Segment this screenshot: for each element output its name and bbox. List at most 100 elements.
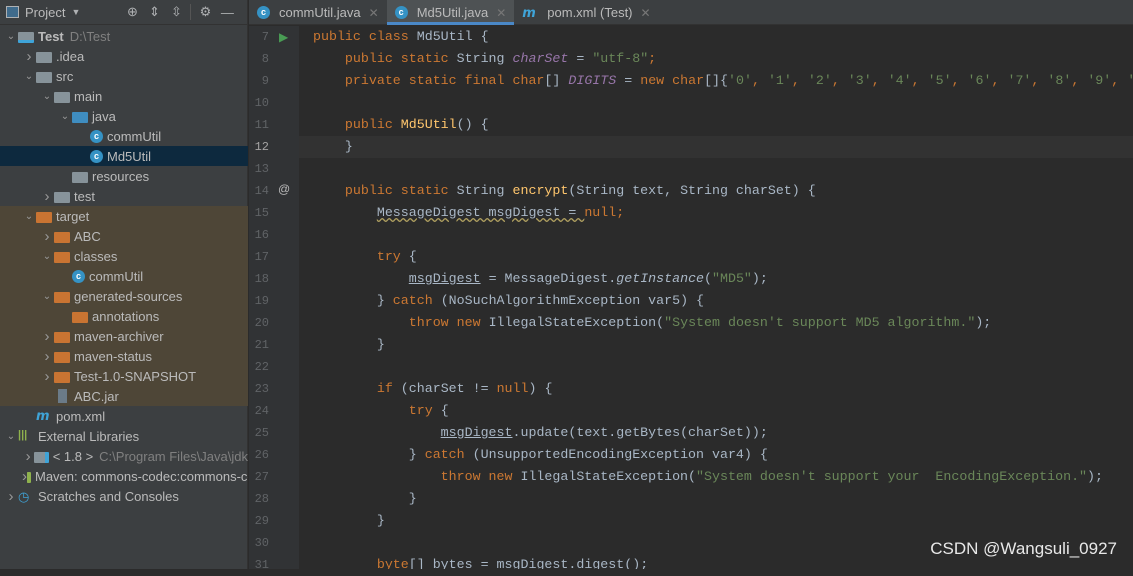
code-line[interactable]: try { <box>299 400 1133 422</box>
tree-item-pom-xml[interactable]: m pom.xml <box>0 406 248 426</box>
tree-item-maven-status[interactable]: › maven-status <box>0 346 248 366</box>
code-token: byte <box>376 557 409 569</box>
code-line[interactable]: msgDigest.update(text.getBytes(charSet))… <box>299 422 1133 444</box>
tree-item-label: annotations <box>92 308 160 324</box>
tree-item-src[interactable]: ⌄ src <box>0 66 248 86</box>
tree-item--idea[interactable]: › .idea <box>0 46 248 66</box>
code-line[interactable]: public Md5Util() { <box>299 114 1133 136</box>
tree-item-target[interactable]: ⌄ target <box>0 206 248 226</box>
close-icon[interactable]: ✕ <box>641 6 651 20</box>
run-icon[interactable]: ▶ <box>279 30 288 44</box>
tree-item-abc-jar[interactable]: ABC.jar <box>0 386 248 406</box>
hide-icon[interactable]: — <box>219 4 235 20</box>
code-line[interactable]: public static String encrypt(String text… <box>299 180 1133 202</box>
code-token: .digest(); <box>568 557 649 569</box>
code-line[interactable]: try { <box>299 246 1133 268</box>
chevron-down-icon[interactable]: ▼ <box>71 7 80 17</box>
tree-item-maven-archiver[interactable]: › maven-archiver <box>0 326 248 346</box>
gear-icon[interactable]: ⚙ <box>197 4 213 20</box>
tree-item-java[interactable]: ⌄ java <box>0 106 248 126</box>
collapse-all-icon[interactable]: ⇳ <box>168 4 184 20</box>
tree-item-label: commUtil <box>89 268 144 284</box>
line-number: 26 <box>254 448 269 462</box>
tree-item-maven-commons-codec-commons-codec[interactable]: ›Maven: commons-codec:commons-codec <box>0 466 248 486</box>
code-line[interactable]: } <box>299 510 1133 532</box>
tree-item-label: < 1.8 > <box>52 448 94 464</box>
close-icon[interactable]: ✕ <box>496 6 506 20</box>
tree-item-label: classes <box>74 248 118 264</box>
code-token: catch <box>424 447 473 462</box>
code-editor[interactable]: public class Md5Util { public static Str… <box>299 26 1133 569</box>
tree-item-classes[interactable]: ⌄ classes <box>0 246 248 266</box>
tree-item-annotations[interactable]: annotations <box>0 306 248 326</box>
code-token: '9' <box>1087 73 1112 88</box>
tree-item-hint: C:\Program Files\Java\jdk <box>99 448 248 464</box>
expand-all-icon[interactable]: ⇕ <box>146 4 162 20</box>
tree-item-main[interactable]: ⌄ main <box>0 86 248 106</box>
code-line[interactable]: } <box>299 136 1133 158</box>
code-token: , <box>871 73 888 88</box>
line-number: 8 <box>261 52 269 66</box>
code-token: , <box>791 73 808 88</box>
chevron-right-icon: › <box>44 327 50 345</box>
code-line[interactable]: } catch (NoSuchAlgorithmException var5) … <box>299 290 1133 312</box>
code-line[interactable]: } <box>299 334 1133 356</box>
close-icon[interactable]: ✕ <box>369 6 379 20</box>
tree-item-external-libraries[interactable]: ⌄ ||| External Libraries <box>0 426 248 446</box>
tab-pom[interactable]: m pom.xml (Test) ✕ <box>514 0 658 25</box>
code-token: = <box>568 51 593 66</box>
code-line[interactable] <box>299 92 1133 114</box>
tree-item-test[interactable]: ⌄ Test D:\Test <box>0 26 248 46</box>
tree-item-resources[interactable]: resources <box>0 166 248 186</box>
code-line[interactable] <box>299 224 1133 246</box>
tree-item--1-8-[interactable]: › < 1.8 > C:\Program Files\Java\jdk <box>0 446 248 466</box>
code-line[interactable] <box>299 356 1133 378</box>
annotation-icon[interactable]: @ <box>278 182 290 196</box>
code-line[interactable]: if (charSet != null) { <box>299 378 1133 400</box>
tab-md5util[interactable]: c Md5Util.java ✕ <box>386 0 515 25</box>
tab-commutil[interactable]: c commUtil.java ✕ <box>249 0 387 25</box>
project-view-selector[interactable]: Project <box>25 5 65 20</box>
folder-icon <box>54 371 70 383</box>
tree-item-test-1-0-snapshot[interactable]: › Test-1.0-SNAPSHOT <box>0 366 248 386</box>
code-token: '1' <box>767 73 792 88</box>
tree-item-test[interactable]: › test <box>0 186 248 206</box>
code-token: } <box>313 139 353 154</box>
class-icon: c <box>90 129 103 143</box>
code-line[interactable]: } <box>299 488 1133 510</box>
folder-icon <box>72 311 88 323</box>
tree-item-hint: D:\Test <box>69 28 111 44</box>
code-line[interactable]: throw new IllegalStateException("System … <box>299 312 1133 334</box>
code-line[interactable]: public class Md5Util { <box>299 26 1133 48</box>
code-line[interactable]: } catch (UnsupportedEncodingException va… <box>299 444 1133 466</box>
tree-item-commutil[interactable]: c commUtil <box>0 266 248 286</box>
code-line[interactable]: MessageDigest msgDigest = null; <box>299 202 1133 224</box>
chevron-right-icon: › <box>26 47 32 65</box>
line-number: 30 <box>254 536 269 550</box>
tree-item-md5util[interactable]: c Md5Util <box>0 146 248 166</box>
locate-icon[interactable]: ⊕ <box>124 4 140 20</box>
tree-item-generated-sources[interactable]: ⌄ generated-sources <box>0 286 248 306</box>
project-panel: Project ▼ ⊕ ⇕ ⇳ ⚙ — ⌄ Test D:\Test › .idea ⌄ s… <box>0 0 248 569</box>
maven-icon: m <box>36 409 50 424</box>
folder-icon <box>54 331 70 343</box>
tree-item-scratches-and-consoles[interactable]: › ◷ Scratches and Consoles <box>0 486 248 506</box>
code-line[interactable]: public static String charSet = "utf-8"; <box>299 48 1133 70</box>
tree-item-label: Scratches and Consoles <box>38 488 179 504</box>
folder-icon <box>54 251 70 263</box>
code-line[interactable] <box>299 158 1133 180</box>
code-line[interactable]: msgDigest = MessageDigest.getInstance("M… <box>299 268 1133 290</box>
code-line[interactable]: throw new IllegalStateException("System … <box>299 466 1133 488</box>
class-icon: c <box>257 6 270 19</box>
code-token: '0' <box>728 73 752 88</box>
code-line[interactable]: private static final char[] DIGITS = new… <box>299 70 1133 92</box>
tree-item-commutil[interactable]: c commUtil <box>0 126 248 146</box>
code-token: 'a' <box>1127 73 1133 88</box>
code-token: (String text, String charSet) { <box>568 183 816 198</box>
code-token: } <box>313 293 393 308</box>
tree-item-abc[interactable]: › ABC <box>0 226 248 246</box>
line-number: 19 <box>254 294 269 308</box>
chevron-down-icon: ⌄ <box>42 90 52 102</box>
